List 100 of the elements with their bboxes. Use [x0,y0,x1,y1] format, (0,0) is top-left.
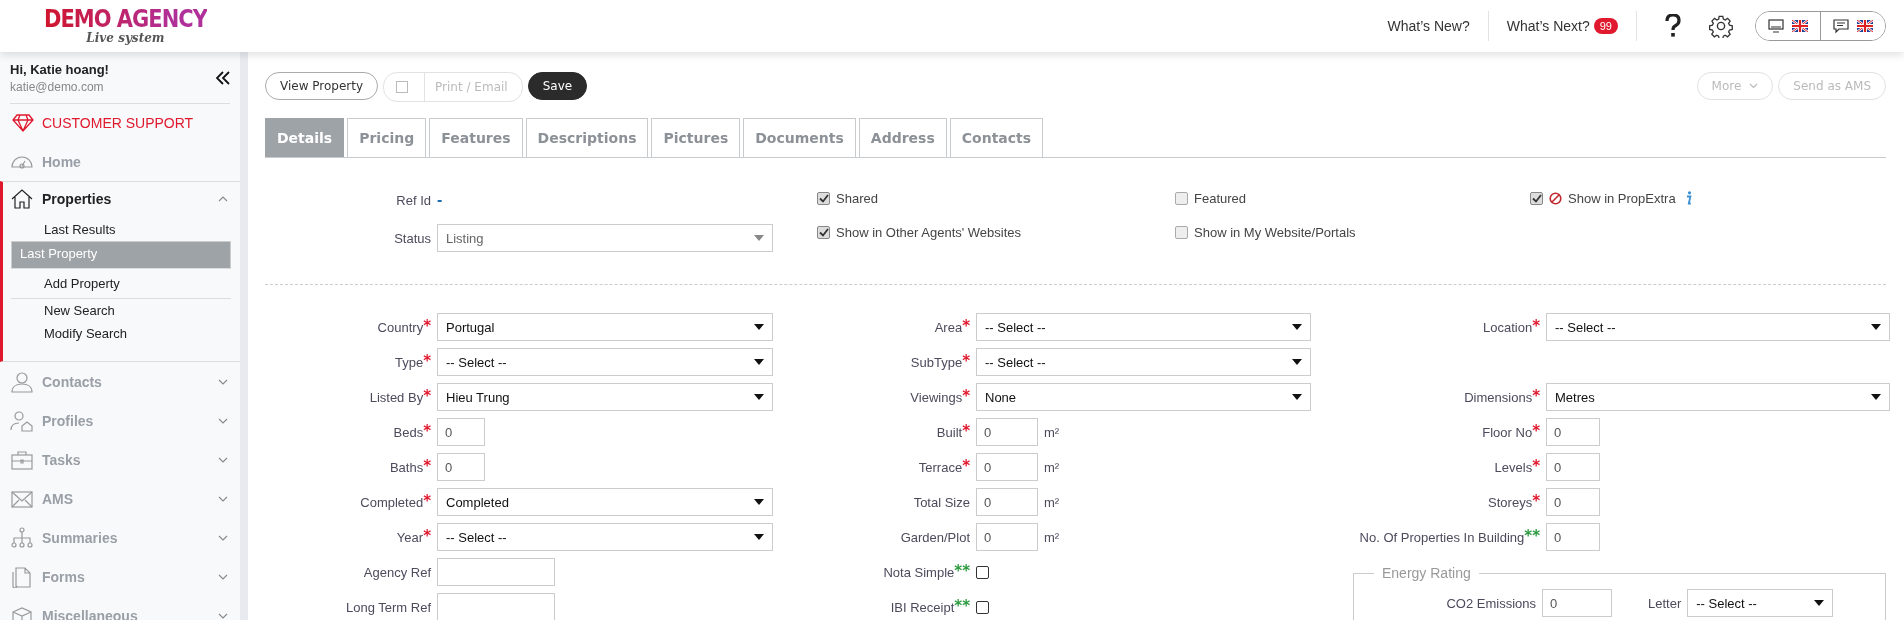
chevron-down-icon[interactable] [218,379,228,385]
field-label: Status [393,230,431,246]
logo-subtitle: Live system [86,31,165,44]
settings-icon[interactable] [1709,14,1733,38]
checkbox-label: Show in PropExtra [1568,190,1676,206]
required-marker: * [423,353,431,369]
dropdown[interactable]: Metres [1546,383,1890,411]
house-icon [10,188,34,210]
help-icon[interactable] [1665,14,1681,38]
info-icon[interactable] [1684,191,1692,205]
sidebar-subitem[interactable]: Modify Search [11,322,231,345]
field-label: Ref Id [395,192,431,208]
number-field[interactable]: 0 [437,418,485,446]
field-label: Viewings [910,389,963,405]
flag-icon [1792,20,1808,32]
unit-label: m² [1044,424,1060,440]
flag-icon [1857,20,1873,32]
field-label: IBI Receipt [890,599,955,615]
checkbox[interactable] [976,565,989,579]
user-greeting: Hi, Katie hoang! [10,62,109,77]
number-field[interactable]: 0 [1546,418,1600,446]
sidebar-subitem[interactable]: New Search [11,299,231,322]
field-label: Built [936,424,963,440]
sidebar-subitem[interactable]: Add Property [11,269,231,299]
customer-support-link[interactable]: CUSTOMER SUPPORT [42,115,194,131]
unit-label: m² [1044,459,1060,475]
dropdown[interactable]: -- Select -- [976,313,1311,341]
checkbox[interactable] [1175,225,1188,239]
chevron-down-icon[interactable] [218,418,228,424]
number-field[interactable]: 0 [976,453,1038,481]
dropdown[interactable]: -- Select -- [976,348,1311,376]
required-marker: * [962,458,970,474]
diamond-icon [12,114,34,132]
checkbox[interactable] [817,191,830,205]
required-marker: * [1532,458,1540,474]
dropdown[interactable]: None [976,383,1311,411]
number-field[interactable]: 0 [1546,488,1600,516]
dropdown[interactable]: Hieu Trung [437,383,773,411]
required-marker: * [1532,493,1540,509]
dropdown[interactable]: -- Select -- [437,348,773,376]
number-field[interactable]: 0 [976,418,1038,446]
required-marker: * [1532,423,1540,439]
required-marker: * [962,318,970,334]
chat-language-button[interactable] [1820,12,1885,40]
field-label: Country [377,319,424,335]
sidebar-item[interactable]: Properties [42,191,210,207]
field-label: Completed [360,494,424,510]
field-label: Storeys [1488,494,1533,510]
prohibited-icon [1549,191,1562,205]
field-label: Agency Ref [363,564,431,580]
field-label: Floor No [1482,424,1533,440]
field-label: Year [396,529,424,545]
chevron-down-icon[interactable] [218,496,228,502]
required-marker: * [423,493,431,509]
field-label: SubType [910,354,963,370]
checkbox[interactable] [976,600,989,614]
field-label: Location [1483,319,1533,335]
dropdown[interactable]: Completed [437,488,773,516]
field-label: Area [934,319,963,335]
header-link[interactable]: What’s New? [1387,18,1470,34]
checkbox-label: Featured [1194,190,1247,206]
field-label: Letter [1648,595,1682,611]
required-marker: ** [954,598,970,614]
number-field[interactable]: 0 [1546,523,1600,551]
checkbox[interactable] [1175,191,1188,205]
toolbar-button[interactable]: View Property [265,72,379,100]
collapse-icon[interactable] [216,71,230,85]
chevron-up-icon[interactable] [218,196,228,202]
toolbar-button[interactable]: Save [527,72,588,100]
chevron-down-icon[interactable] [218,574,228,580]
envelope-icon [10,488,34,510]
logo[interactable]: DEMO AGENCY Live system [44,8,207,44]
field-label: Nota Simple [883,564,955,580]
text-field[interactable] [437,593,555,620]
number-field[interactable]: 0 [437,453,485,481]
text-field[interactable] [437,558,555,586]
number-field[interactable]: 0 [976,523,1038,551]
header-link[interactable]: What’s Next? [1506,18,1590,34]
dropdown[interactable]: -- Select -- [1687,589,1834,617]
person-house-icon [10,410,34,432]
field-label: Baths [389,459,424,475]
chevron-down-icon[interactable] [218,535,228,541]
sidebar-subitem[interactable]: Last Results [11,218,231,241]
number-field[interactable]: 0 [1542,589,1612,617]
chevron-down-icon[interactable] [218,457,228,463]
required-marker: * [1532,388,1540,404]
dropdown[interactable]: -- Select -- [1546,313,1890,341]
field-label: Beds [393,424,424,440]
field-label: Dimensions [1464,389,1533,405]
checkbox[interactable] [1530,191,1543,205]
chat-icon [1833,18,1849,34]
monitor-icon [1768,19,1784,33]
chevron-down-icon[interactable] [218,613,228,619]
required-marker: ** [954,563,970,579]
dropdown[interactable]: -- Select -- [437,523,773,551]
number-field[interactable]: 0 [1546,453,1600,481]
dropdown[interactable]: Portugal [437,313,773,341]
checkbox[interactable] [817,225,830,239]
field-label: Type [394,354,424,370]
number-field[interactable]: 0 [976,488,1038,516]
